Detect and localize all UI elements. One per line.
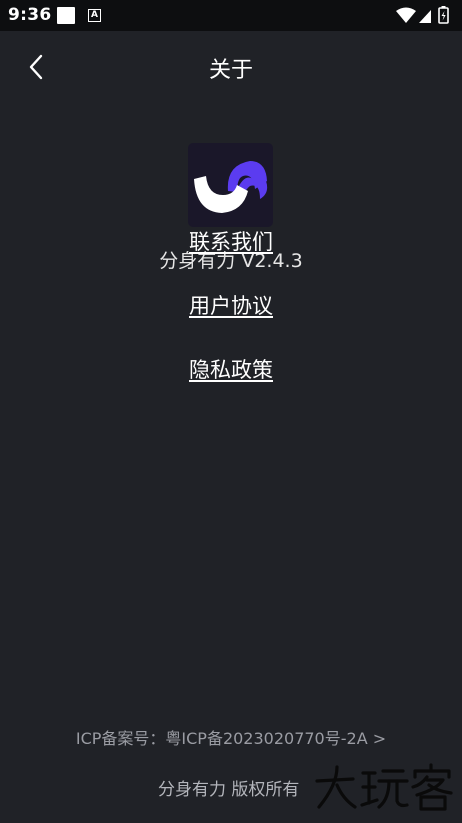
wifi-icon bbox=[396, 7, 416, 23]
status-icons bbox=[396, 6, 449, 24]
contact-us-link: 联系我们 bbox=[0, 226, 462, 256]
app-logo bbox=[188, 143, 273, 227]
status-time: 9:36 bbox=[8, 5, 52, 25]
copyright-text: 分身有力 版权所有 bbox=[158, 780, 300, 800]
contact-us-label[interactable]: 联系我们 bbox=[189, 230, 273, 254]
privacy-policy-link: 隐私政策 bbox=[0, 354, 462, 384]
signal-icon bbox=[419, 10, 431, 23]
user-agreement-link: 用户协议 bbox=[0, 290, 462, 320]
battery-charging-icon bbox=[438, 6, 449, 24]
notification-square-icon bbox=[57, 7, 75, 24]
icp-record-link[interactable]: ICP备案号：粤ICP备2023020770号-2A > bbox=[0, 725, 462, 749]
page-title: 关于 bbox=[208, 58, 253, 83]
status-bar: 9:36 A bbox=[0, 0, 462, 31]
a-box-icon: A bbox=[88, 9, 101, 22]
about-screen: 9:36 A 关于 分身有力 V2.4.3 联系我们 用户协议 隐私政策 ICP… bbox=[0, 0, 462, 823]
privacy-policy-label[interactable]: 隐私政策 bbox=[189, 358, 273, 382]
watermark-logo bbox=[315, 763, 453, 811]
app-logo-icon bbox=[194, 161, 268, 213]
user-agreement-label[interactable]: 用户协议 bbox=[189, 294, 273, 318]
